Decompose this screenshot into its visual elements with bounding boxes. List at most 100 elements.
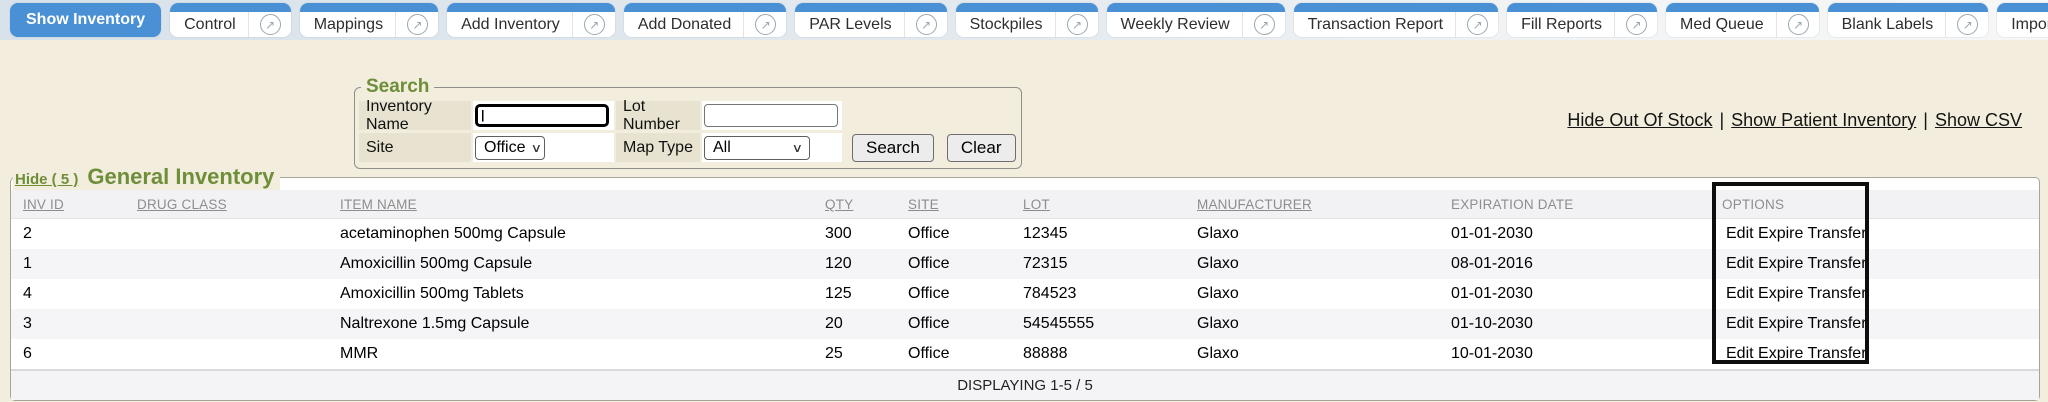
external-link-icon[interactable]: ↗ <box>755 14 776 35</box>
tab-stockpiles[interactable]: Stockpiles ↗ <box>956 3 1098 37</box>
external-link-icon[interactable]: ↗ <box>1957 14 1978 35</box>
external-link-icon[interactable]: ↗ <box>1626 14 1647 35</box>
tab-body: Fill Reports↗ <box>1507 12 1657 37</box>
tab-label: Add Donated <box>638 16 743 34</box>
column-header-item-name[interactable]: ITEM NAME <box>332 190 817 219</box>
external-link-icon[interactable]: ↗ <box>260 14 281 35</box>
cell-item-name: acetaminophen 500mg Capsule <box>332 219 817 250</box>
tab-par-levels[interactable]: PAR Levels↗ <box>795 3 946 37</box>
tab-label: Mappings <box>314 16 395 34</box>
tab-accent-bar <box>624 3 786 12</box>
cell-expiration-date: 01-10-2030 <box>1443 309 1714 339</box>
column-header-label[interactable]: MANUFACTURER <box>1197 197 1312 212</box>
external-link-icon[interactable]: ↗ <box>916 14 937 35</box>
cell-expiration-date: 08-01-2016 <box>1443 249 1714 279</box>
hide-count-link[interactable]: Hide ( 5 ) <box>15 171 78 188</box>
search-panel: Search Inventory Name Lot Number Site Of… <box>354 76 1022 169</box>
column-header-manufacturer[interactable]: MANUFACTURER <box>1189 190 1443 219</box>
tab-fill-reports[interactable]: Fill Reports↗ <box>1507 3 1657 37</box>
tab-divider <box>1455 12 1456 37</box>
tab-label: Stockpiles <box>970 16 1055 34</box>
tab-accent-bar <box>1507 3 1657 12</box>
tab-divider <box>395 12 396 37</box>
quick-link-separator: | <box>1923 110 1928 130</box>
cell-qty: 25 <box>817 339 900 370</box>
tab-weekly-review[interactable]: Weekly Review↗ <box>1107 3 1285 37</box>
quick-link-separator: | <box>1719 110 1724 130</box>
tab-add-donated[interactable]: Add Donated ↗ <box>624 3 786 37</box>
cell-spare <box>1870 249 2039 279</box>
clear-button[interactable]: Clear <box>947 134 1016 162</box>
cell-site: Office <box>900 219 1015 250</box>
external-link-icon[interactable]: ↗ <box>1467 14 1488 35</box>
site-label: Site <box>359 133 471 162</box>
search-panel-legend: Search <box>361 76 434 98</box>
tab-body: Add Inventory↗ <box>447 12 615 37</box>
show-patient-inventory-link[interactable]: Show Patient Inventory <box>1731 110 1916 130</box>
column-header-site[interactable]: SITE <box>900 190 1015 219</box>
column-header-label[interactable]: SITE <box>908 197 939 212</box>
cell-inv-id: 4 <box>11 279 129 309</box>
site-select[interactable]: Office ∨ <box>475 136 545 160</box>
inventory-name-input[interactable] <box>475 104 609 127</box>
tab-label: Control <box>184 16 248 34</box>
tab-divider <box>1242 12 1243 37</box>
tab-mappings[interactable]: Mappings ↗ <box>300 3 438 37</box>
cell-lot: 72315 <box>1015 249 1189 279</box>
chevron-down-icon: ∨ <box>530 141 541 155</box>
column-header-label[interactable]: LOT <box>1023 197 1050 212</box>
cell-drug-class <box>129 249 332 279</box>
cell-spare <box>1870 309 2039 339</box>
tab-label: Transaction Report <box>1308 16 1455 34</box>
search-form: Inventory Name Lot Number Site Office ∨ … <box>359 101 1016 162</box>
cell-lot: 54545555 <box>1015 309 1189 339</box>
external-link-icon[interactable]: ↗ <box>584 14 605 35</box>
cell-qty: 20 <box>817 309 900 339</box>
tab-blank-labels[interactable]: Blank Labels↗ <box>1828 3 1989 37</box>
tab-label: Med Queue <box>1680 16 1776 34</box>
tab-show-inventory[interactable]: Show Inventory <box>10 3 161 37</box>
tab-divider <box>1614 12 1615 37</box>
cell-drug-class <box>129 219 332 250</box>
column-header-inv-id[interactable]: INV ID <box>11 190 129 219</box>
external-link-icon[interactable]: ↗ <box>1067 14 1088 35</box>
hide-out-of-stock-link[interactable]: Hide Out Of Stock <box>1567 110 1712 130</box>
tab-transaction-report[interactable]: Transaction Report ↗ <box>1294 3 1498 37</box>
tab-accent-bar <box>1294 3 1498 12</box>
map-type-label: Map Type <box>616 133 700 162</box>
external-link-icon[interactable]: ↗ <box>1254 14 1275 35</box>
tab-accent-bar <box>1828 3 1989 12</box>
tab-body: Stockpiles ↗ <box>956 12 1098 37</box>
cell-inv-id: 1 <box>11 249 129 279</box>
column-header-expiration-date: EXPIRATION DATE <box>1443 190 1714 219</box>
search-button[interactable]: Search <box>852 134 934 162</box>
column-header-qty[interactable]: QTY <box>817 190 900 219</box>
quick-links: Hide Out Of Stock | Show Patient Inventory… <box>1567 110 2022 131</box>
column-header-label[interactable]: INV ID <box>23 197 64 212</box>
tab-accent-bar <box>1997 3 2048 12</box>
tab-bar: Show InventoryControl↗Mappings↗Add Inven… <box>0 0 2048 40</box>
lot-number-input[interactable] <box>704 104 838 127</box>
cell-qty: 120 <box>817 249 900 279</box>
inventory-name-label: Inventory Name <box>359 101 471 130</box>
column-header-label[interactable]: DRUG CLASS <box>137 197 227 212</box>
tab-control[interactable]: Control ↗ <box>170 3 291 37</box>
tab-body: Add Donated ↗ <box>624 12 786 37</box>
show-csv-link[interactable]: Show CSV <box>1935 110 2022 130</box>
column-header-drug-class[interactable]: DRUG CLASS <box>129 190 332 219</box>
tab-body: Med Queue ↗ <box>1666 12 1819 37</box>
column-header-label: EXPIRATION DATE <box>1451 197 1574 212</box>
column-header-label[interactable]: ITEM NAME <box>340 197 417 212</box>
column-header-lot[interactable]: LOT <box>1015 190 1189 219</box>
site-cell: Office ∨ <box>473 133 614 162</box>
map-type-select[interactable]: All ∨ <box>704 136 810 160</box>
tab-body: Mappings ↗ <box>300 12 438 37</box>
external-link-icon[interactable]: ↗ <box>407 14 428 35</box>
column-header-label[interactable]: QTY <box>825 197 853 212</box>
tab-divider <box>904 12 905 37</box>
external-link-icon[interactable]: ↗ <box>1788 14 1809 35</box>
tab-import[interactable]: Import↗ <box>1997 3 2048 37</box>
tab-med-queue[interactable]: Med Queue ↗ <box>1666 3 1819 37</box>
tab-add-inventory[interactable]: Add Inventory↗ <box>447 3 615 37</box>
tab-divider <box>572 12 573 37</box>
